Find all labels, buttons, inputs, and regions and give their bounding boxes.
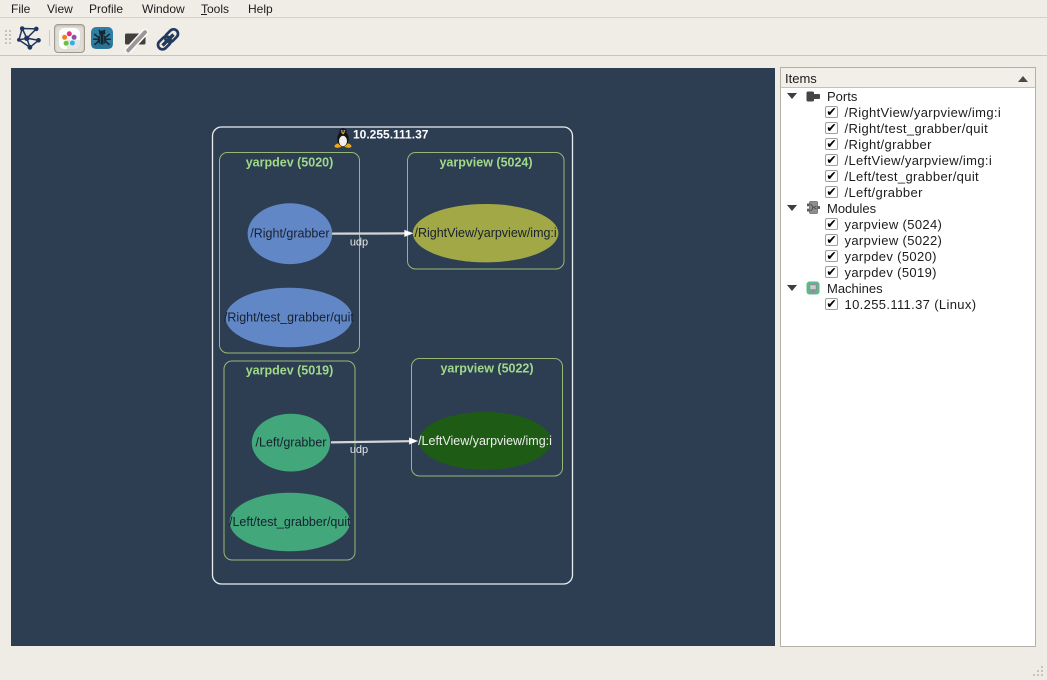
svg-text:yarpview (5022): yarpview (5022): [440, 362, 533, 376]
svg-text:/LeftView/yarpview/img:i: /LeftView/yarpview/img:i: [418, 434, 552, 448]
svg-text:/RightView/yarpview/img:i: /RightView/yarpview/img:i: [415, 226, 557, 240]
svg-text:/Right/test_grabber/quit: /Right/test_grabber/quit: [224, 311, 354, 325]
svg-text:yarpdev (5019): yarpdev (5019): [246, 364, 334, 378]
svg-text:10.255.111.37: 10.255.111.37: [353, 128, 429, 142]
svg-text:udp: udp: [350, 444, 368, 456]
svg-text:yarpdev (5020): yarpdev (5020): [246, 156, 334, 170]
svg-text:/Left/grabber: /Left/grabber: [256, 436, 327, 450]
svg-text:udp: udp: [350, 237, 368, 249]
svg-text:yarpview (5024): yarpview (5024): [439, 156, 532, 170]
svg-text:/Left/test_grabber/quit: /Left/test_grabber/quit: [229, 515, 351, 529]
svg-text:/Right/grabber: /Right/grabber: [250, 227, 329, 241]
